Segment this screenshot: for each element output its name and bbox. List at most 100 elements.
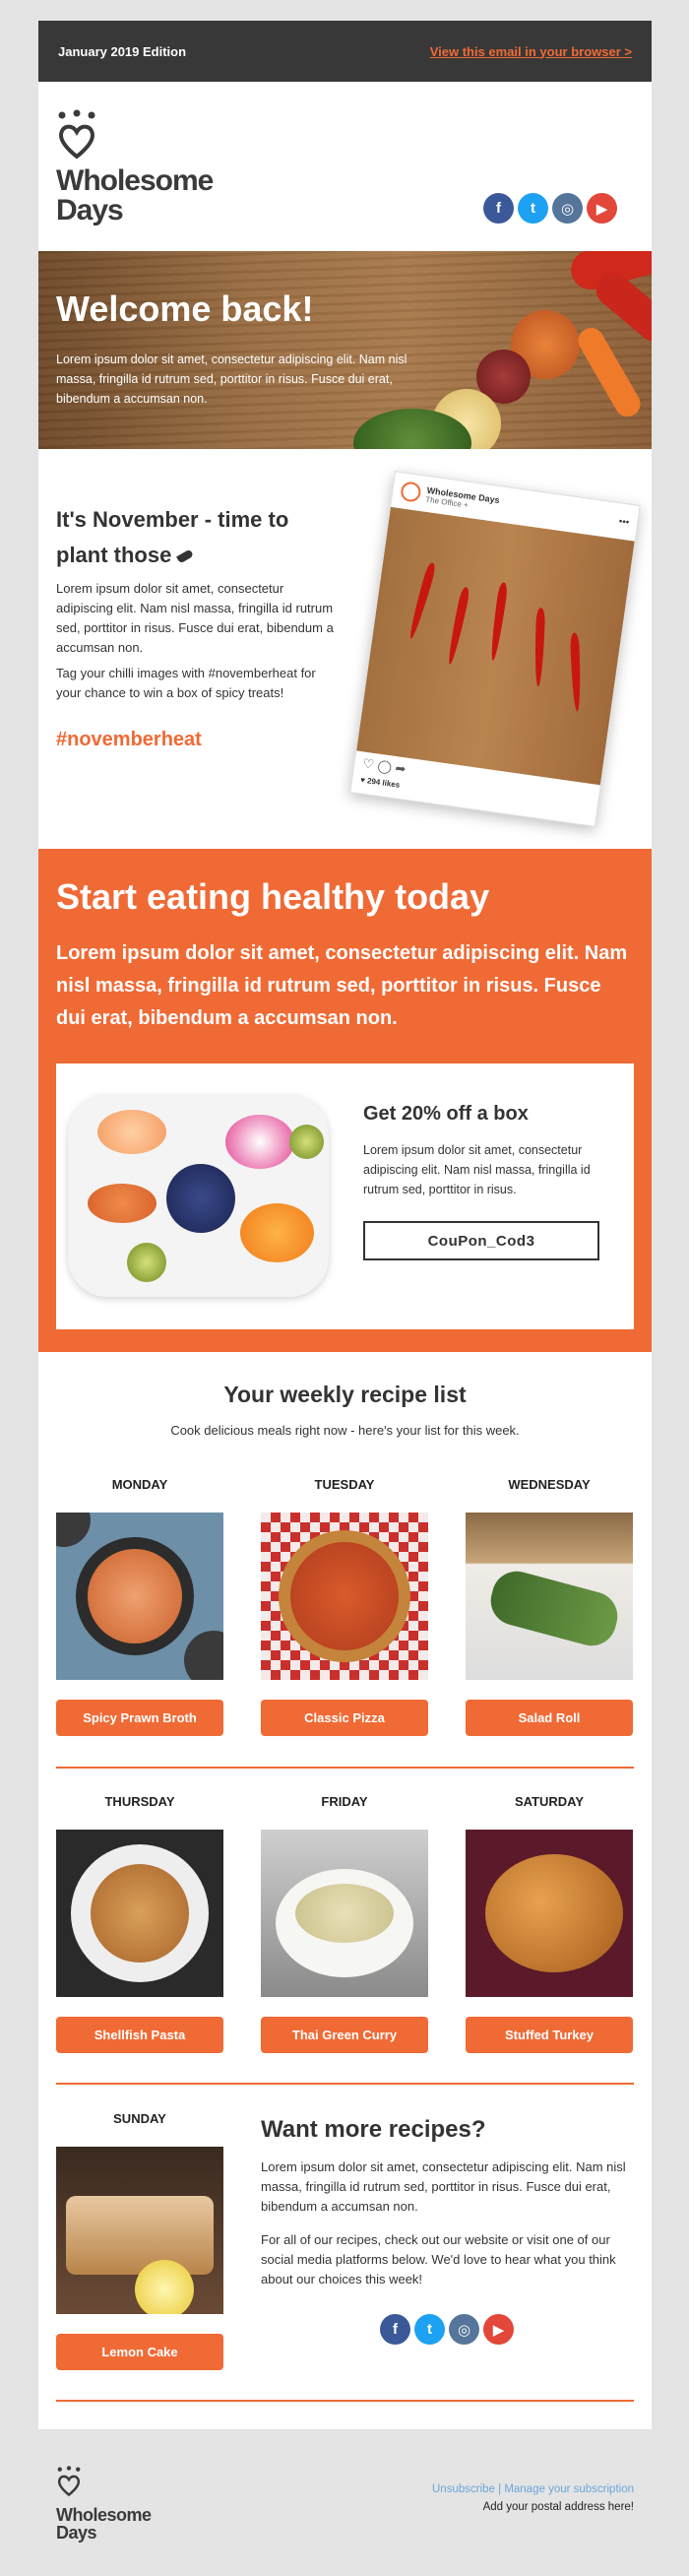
stuffed-turkey-image	[466, 1830, 633, 1997]
day-label: MONDAY	[111, 1477, 168, 1492]
day-label: WEDNESDAY	[508, 1477, 591, 1492]
hero-title: Welcome back!	[56, 289, 314, 329]
facebook-icon[interactable]: f	[380, 2314, 410, 2345]
more-options-icon: •••	[618, 515, 630, 529]
link-separator: |	[494, 2483, 505, 2495]
promo-title: Start eating healthy today	[56, 876, 490, 917]
view-in-browser-link[interactable]: View this email in your browser >	[430, 44, 632, 59]
footer-brand-name: Wholesome Days	[56, 2506, 152, 2542]
heart-logo-icon	[57, 2466, 81, 2497]
day-label: FRIDAY	[321, 1794, 368, 1809]
facebook-icon[interactable]: f	[483, 193, 514, 224]
chili-1	[407, 561, 437, 640]
curry	[295, 1884, 394, 1943]
shellfish-pasta-image	[56, 1830, 223, 1997]
side-bowl-2	[184, 1631, 223, 1680]
november-body-2: Tag your chilli images with #novemberhea…	[56, 666, 316, 700]
postal-address: Add your postal address here!	[482, 2501, 634, 2513]
chillies-image	[356, 506, 635, 786]
side-bowl	[56, 1513, 91, 1547]
instagram-icon[interactable]: ◎	[449, 2314, 479, 2345]
recipe-sunday: SUNDAY Lemon Cake	[56, 2111, 223, 2370]
hero-banner: Welcome back! Lorem ipsum dolor sit amet…	[38, 251, 652, 449]
classic-pizza-image	[261, 1513, 428, 1680]
lemon-cake-image	[56, 2147, 223, 2314]
section-divider	[56, 1767, 634, 1769]
turkey	[485, 1854, 623, 1972]
manage-subscription-link[interactable]: Manage your subscription	[504, 2483, 634, 2495]
coupon-code-box[interactable]: CouPon_Cod3	[363, 1221, 599, 1260]
recipes-title: Your weekly recipe list	[223, 1382, 467, 1407]
recipes-section: Your weekly recipe list Cook delicious m…	[38, 1352, 652, 2429]
recipe-button[interactable]: Classic Pizza	[261, 1700, 428, 1736]
recipe-wednesday: WEDNESDAY Salad Roll	[466, 1477, 633, 1736]
brand-name-line2: Days	[56, 194, 124, 226]
email-container: January 2019 Edition View this email in …	[38, 21, 652, 2429]
footer-brand-line1: Wholesome	[56, 2505, 152, 2525]
november-section: It's November - time to plant those Lore…	[38, 449, 652, 849]
logo[interactable]: Wholesome Days	[56, 109, 214, 226]
recipe-tuesday: TUESDAY Classic Pizza	[261, 1477, 428, 1736]
spicy-prawn-broth-image	[56, 1513, 223, 1680]
hashtag-link[interactable]: #novemberheat	[56, 729, 202, 751]
promo-lead: Lorem ipsum dolor sit amet, consectetur …	[56, 942, 628, 1029]
unsubscribe-link[interactable]: Unsubscribe	[432, 2483, 495, 2495]
day-label: SATURDAY	[514, 1794, 585, 1809]
kiwi	[289, 1125, 324, 1159]
more-recipes-block: Want more recipes? Lorem ipsum dolor sit…	[261, 2116, 635, 2289]
fruit-platter-image	[68, 1095, 329, 1297]
hero-body: Lorem ipsum dolor sit amet, consectetur …	[56, 353, 407, 406]
twitter-icon[interactable]: t	[518, 193, 548, 224]
recipe-button[interactable]: Thai Green Curry	[261, 2017, 428, 2053]
kiwi-2	[127, 1243, 166, 1282]
section-divider	[56, 2400, 634, 2402]
recipe-button[interactable]: Shellfish Pasta	[56, 2017, 223, 2053]
more-recipes-title: Want more recipes?	[261, 2116, 486, 2143]
youtube-icon[interactable]: ▶	[587, 193, 617, 224]
broth	[88, 1549, 182, 1643]
post-avatar	[400, 481, 422, 503]
recipe-friday: FRIDAY Thai Green Curry	[261, 1794, 428, 2053]
offer-title: Get 20% off a box	[363, 1103, 529, 1125]
recipes-subtitle: Cook delicious meals right now - here's …	[170, 1423, 520, 1438]
social-links-recipes: f t ◎ ▶	[380, 2314, 514, 2345]
brand-name-line1: Wholesome	[56, 164, 214, 197]
loaf	[66, 2196, 214, 2275]
oranges	[240, 1203, 314, 1262]
recipe-button[interactable]: Spicy Prawn Broth	[56, 1700, 223, 1736]
twitter-icon[interactable]: t	[414, 2314, 445, 2345]
salad-roll-image	[466, 1513, 633, 1680]
more-recipes-body-1: Lorem ipsum dolor sit amet, consectetur …	[261, 2159, 626, 2214]
recipe-button[interactable]: Salad Roll	[466, 1700, 633, 1736]
recipe-button[interactable]: Stuffed Turkey	[466, 2017, 633, 2053]
youtube-icon[interactable]: ▶	[483, 2314, 514, 2345]
top-bar: January 2019 Edition View this email in …	[38, 21, 652, 82]
chili-5	[570, 632, 582, 712]
footer-brand-line2: Days	[56, 2523, 97, 2543]
dragonfruit	[225, 1115, 294, 1169]
recipe-thursday: THURSDAY Shellfish Pasta	[56, 1794, 223, 2053]
melon	[97, 1110, 166, 1154]
footer-logo[interactable]: Wholesome Days	[56, 2466, 152, 2542]
more-recipes-body-2: For all of our recipes, check out our we…	[261, 2232, 616, 2286]
green-roll	[485, 1566, 623, 1651]
edition-label: January 2019 Edition	[58, 43, 187, 59]
recipe-button[interactable]: Lemon Cake	[56, 2334, 223, 2370]
brand-header: Wholesome Days f t ◎ ▶	[38, 82, 652, 251]
footer-links: Unsubscribe | Manage your subscription	[432, 2483, 634, 2495]
day-label: THURSDAY	[104, 1794, 175, 1809]
chili-icon	[176, 548, 195, 564]
chili-4	[533, 608, 546, 687]
promo-section: Start eating healthy today Lorem ipsum d…	[38, 849, 652, 1352]
november-body-1: Lorem ipsum dolor sit amet, consectetur …	[56, 581, 334, 655]
heart-logo-icon	[58, 109, 95, 160]
recipe-monday: MONDAY Spicy Prawn Broth	[56, 1477, 223, 1736]
footer: Wholesome Days Unsubscribe | Manage your…	[38, 2422, 652, 2570]
instagram-icon[interactable]: ◎	[552, 193, 583, 224]
social-links-header: f t ◎ ▶	[483, 193, 617, 224]
blueberries	[166, 1164, 235, 1233]
offer-body: Lorem ipsum dolor sit amet, consectetur …	[363, 1143, 591, 1196]
instagram-post-card[interactable]: Wholesome Days The Office + ••• ♡ ◯ ➦ ♥ …	[349, 471, 641, 827]
chili-3	[488, 581, 509, 662]
november-title: It's November - time to plant those	[56, 502, 342, 573]
